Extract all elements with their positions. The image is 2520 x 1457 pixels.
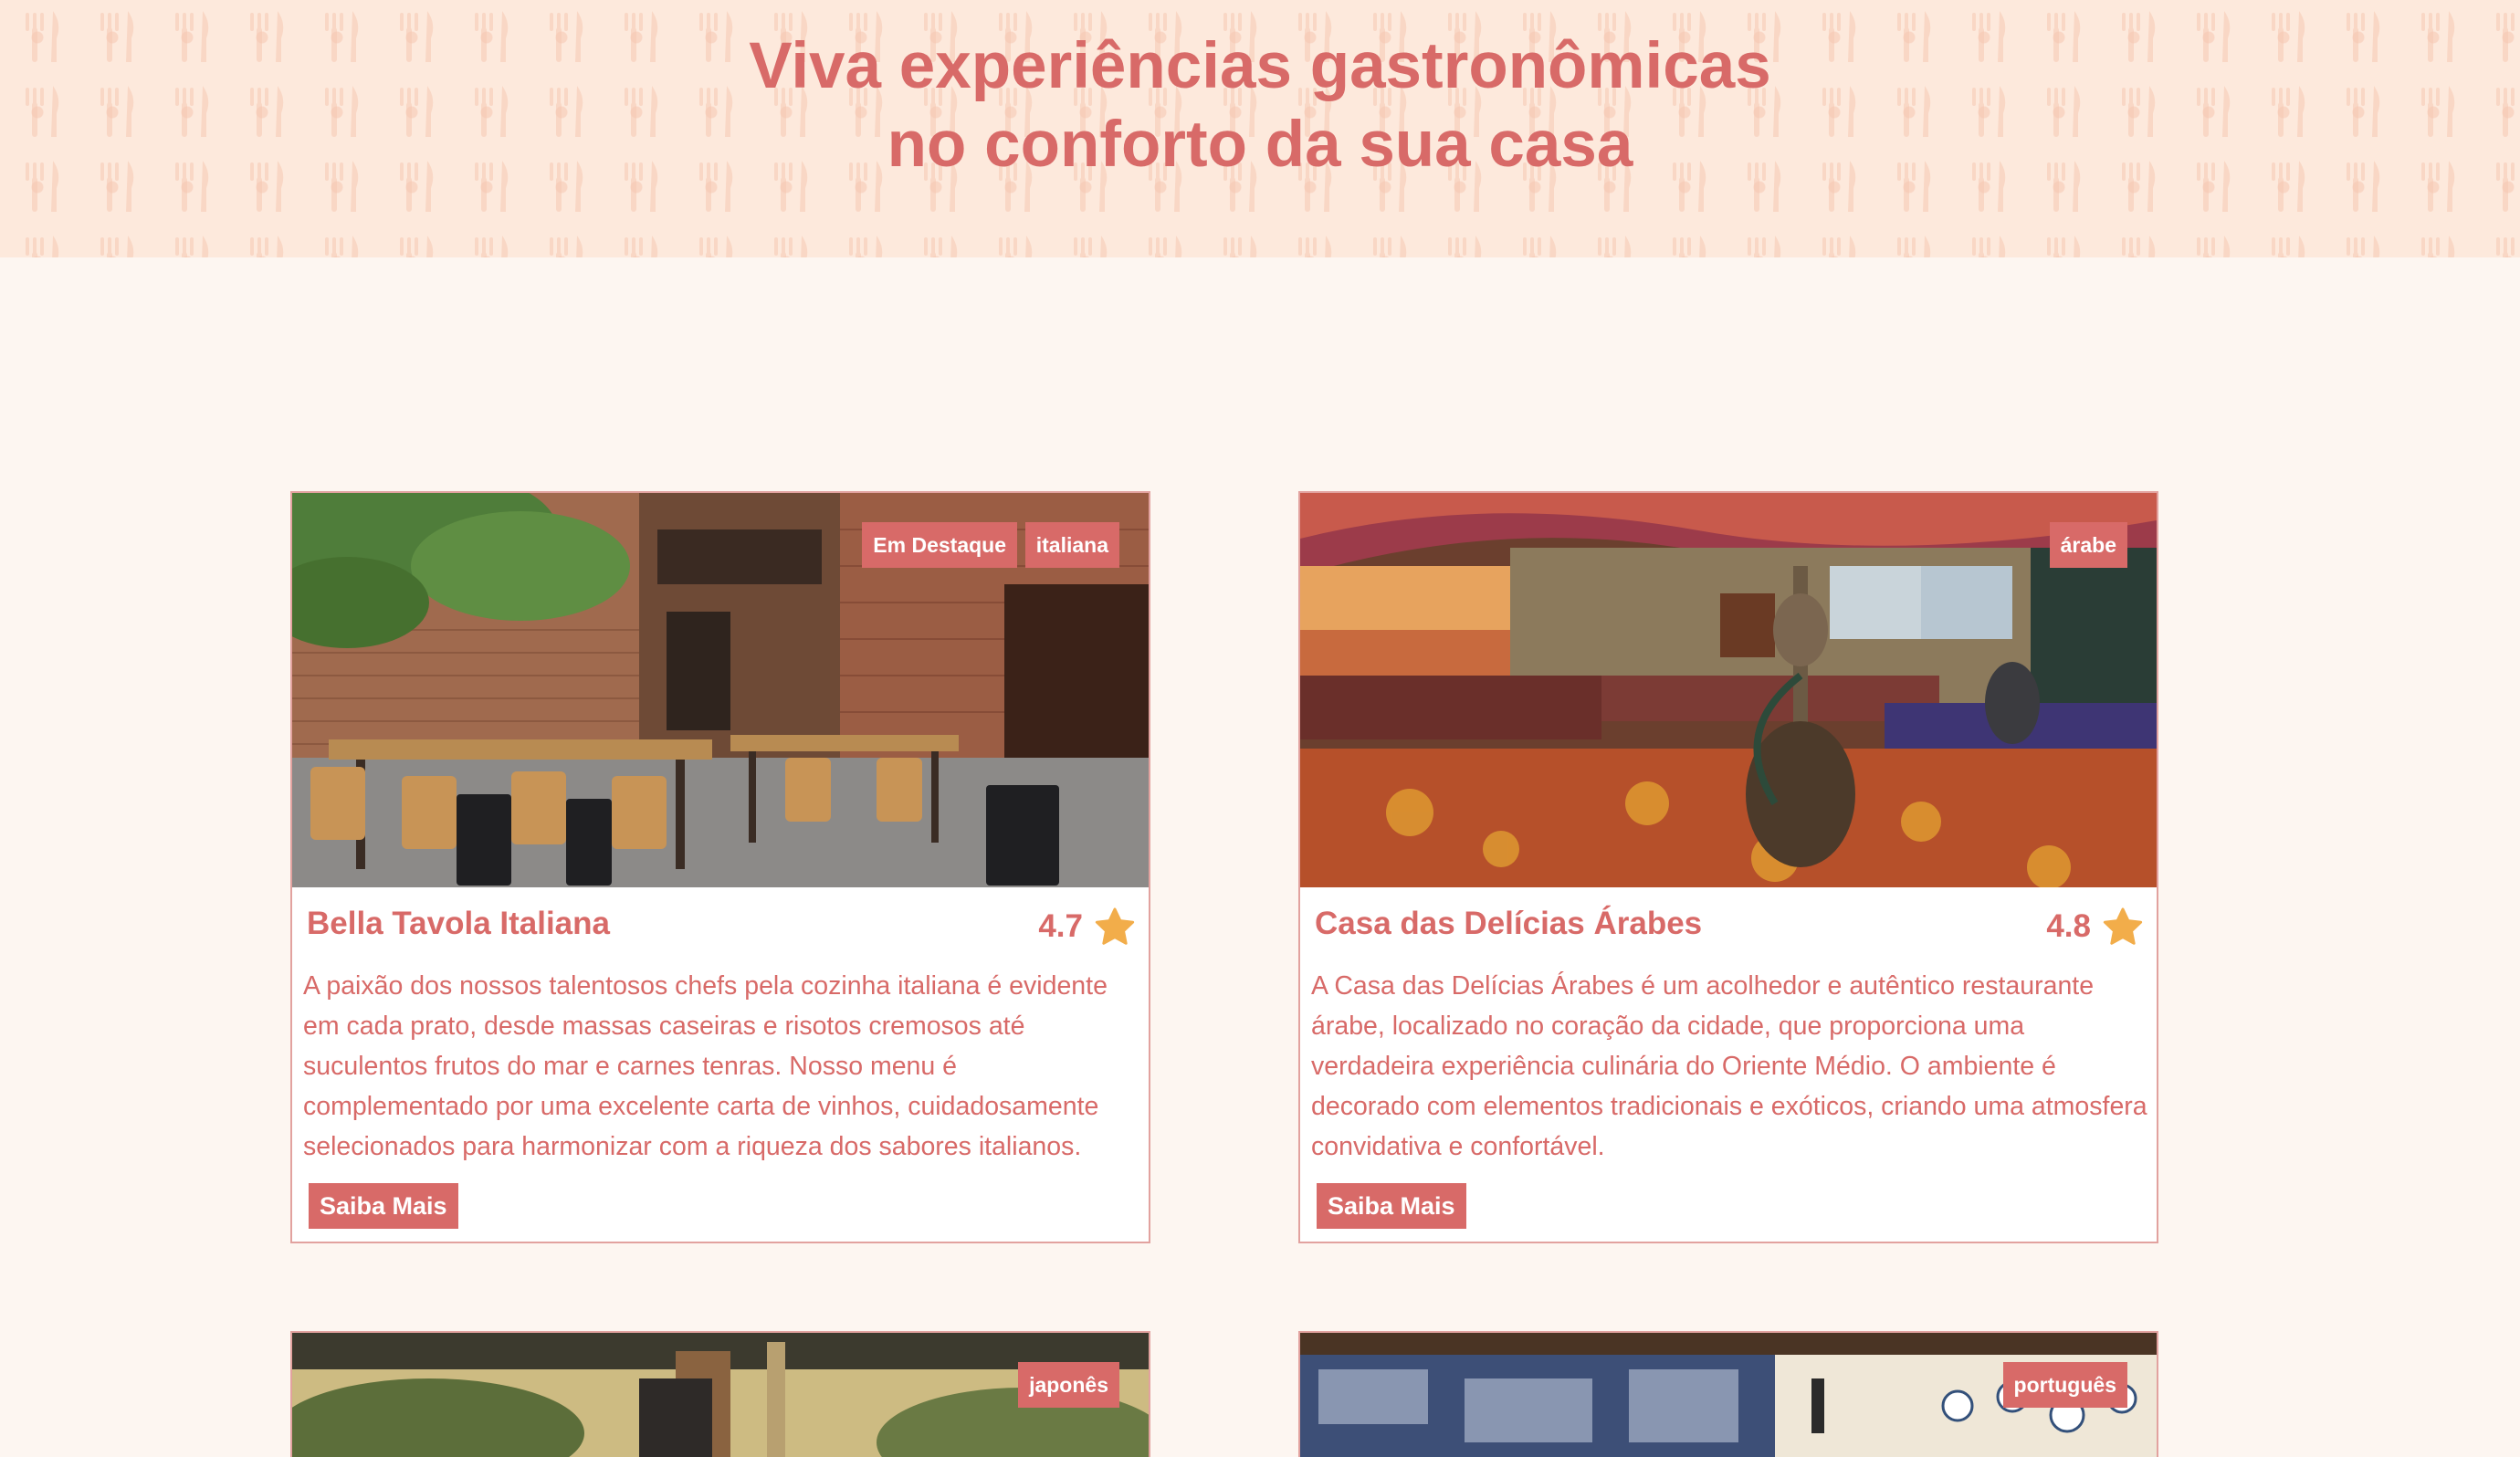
hero-title-line-1: Viva experiências gastronômicas xyxy=(749,30,1771,102)
tag-cuisine: japonês xyxy=(1018,1362,1119,1408)
star-icon xyxy=(1095,907,1135,945)
restaurant-image[interactable] xyxy=(292,493,1149,887)
tag-featured: Em Destaque xyxy=(862,522,1017,568)
restaurant-description: A Casa das Delícias Árabes é um acolhedo… xyxy=(1311,971,2147,1161)
rating-value: 4.8 xyxy=(2046,908,2091,944)
restaurant-description: A paixão dos nossos talentosos chefs pel… xyxy=(303,971,1108,1161)
saiba-mais-button[interactable]: Saiba Mais xyxy=(1317,1183,1466,1229)
restaurant-name: Bella Tavola Italiana xyxy=(307,906,610,941)
rating: 4.7 xyxy=(1038,902,1136,951)
restaurant-card: português xyxy=(1298,1331,2158,1457)
restaurant-card: Em Destaque italiana Bella Tavola Italia… xyxy=(290,491,1150,1243)
restaurant-card: árabe Casa das Delícias Árabes 4.8 A Cas… xyxy=(1298,491,2158,1243)
hero-title-line-2: no conforto da sua casa xyxy=(887,109,1633,181)
restaurant-card: japonês xyxy=(290,1331,1150,1457)
rating: 4.8 xyxy=(2046,902,2144,951)
hero-banner: Viva experiências gastronômicas no confo… xyxy=(0,0,2520,257)
restaurant-image[interactable] xyxy=(1300,493,2157,887)
rating-value: 4.7 xyxy=(1038,908,1083,944)
saiba-mais-button[interactable]: Saiba Mais xyxy=(309,1183,458,1229)
star-icon xyxy=(2103,907,2143,945)
tag-cuisine: português xyxy=(2002,1362,2127,1408)
tag-cuisine: árabe xyxy=(2049,522,2127,568)
restaurant-name: Casa das Delícias Árabes xyxy=(1315,906,1703,941)
tag-cuisine: italiana xyxy=(1024,522,1119,568)
